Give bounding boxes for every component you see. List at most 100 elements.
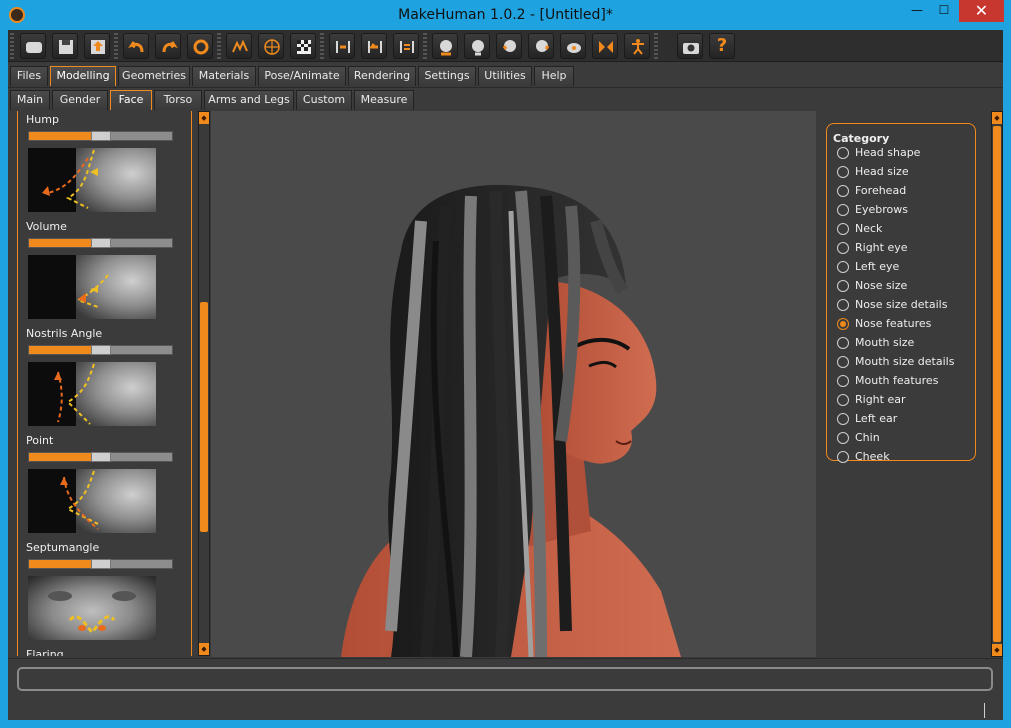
radio-button[interactable] [837, 223, 849, 235]
tab-modelling[interactable]: Modelling [50, 66, 116, 86]
minimize-button[interactable]: — [904, 0, 930, 22]
pose-button[interactable] [624, 33, 650, 59]
face-top-icon [567, 43, 581, 53]
save-button[interactable] [52, 33, 78, 59]
tab-arms-and-legs[interactable]: Arms and Legs [204, 90, 294, 110]
tab-main[interactable]: Main [10, 90, 50, 110]
nostrils-angle-slider[interactable] [28, 345, 173, 355]
radio-button[interactable] [837, 166, 849, 178]
symmetry-button[interactable] [592, 33, 618, 59]
slider-handle[interactable] [91, 452, 111, 462]
tab-geometries[interactable]: Geometries [118, 66, 190, 86]
category-title: Category [833, 132, 890, 145]
3d-viewport[interactable] [211, 111, 816, 657]
radio-button[interactable] [837, 299, 849, 311]
radio-button[interactable] [837, 242, 849, 254]
radio-button[interactable] [837, 261, 849, 273]
reset-icon [193, 39, 209, 55]
tab-materials[interactable]: Materials [192, 66, 256, 86]
human-model-render [341, 184, 681, 657]
tab-files[interactable]: Files [10, 66, 48, 86]
modifier-label-hump: Hump [26, 113, 59, 126]
tab-face[interactable]: Face [110, 90, 152, 110]
reset-button[interactable] [187, 33, 213, 59]
face-top-button[interactable] [560, 33, 586, 59]
slider-handle[interactable] [91, 345, 111, 355]
size-grip-icon[interactable] [984, 703, 985, 718]
radio-button[interactable] [837, 204, 849, 216]
new-button[interactable] [20, 33, 46, 59]
face-left-button[interactable] [496, 33, 522, 59]
save-icon [59, 40, 73, 54]
face-back-button[interactable] [464, 33, 490, 59]
camera-icon [683, 43, 699, 54]
radio-button[interactable] [837, 147, 849, 159]
scroll-up-arrow-icon[interactable]: ◆ [199, 112, 209, 124]
window-title: MakeHuman 1.0.2 - [Untitled]* [398, 7, 613, 23]
radio-button[interactable] [837, 337, 849, 349]
face-front-button[interactable] [432, 33, 458, 59]
modifier-label-flaring: Flaring [26, 648, 64, 656]
top-view-button[interactable] [393, 33, 419, 59]
category-group: Category Head shape Head size Forehead E… [826, 123, 976, 463]
tab-torso[interactable]: Torso [154, 90, 202, 110]
tab-help[interactable]: Help [534, 66, 574, 86]
volume-preview-image [28, 255, 156, 319]
radio-button[interactable] [837, 413, 849, 425]
scroll-down-arrow-icon[interactable]: ◆ [992, 644, 1002, 656]
tab-utilities[interactable]: Utilities [478, 66, 532, 86]
tab-settings[interactable]: Settings [418, 66, 476, 86]
septumangle-slider[interactable] [28, 559, 173, 569]
tab-measure[interactable]: Measure [354, 90, 414, 110]
redo-button[interactable] [155, 33, 181, 59]
left-view-button[interactable] [361, 33, 387, 59]
nose-point-diagram-icon [60, 470, 99, 530]
redo-icon [162, 41, 178, 53]
maximize-button[interactable]: ☐ [931, 0, 957, 22]
slider-handle[interactable] [91, 238, 111, 248]
slider-handle[interactable] [91, 131, 111, 141]
modifier-panel: Hump Volume Nostrils Angle Point Septuma… [17, 111, 192, 656]
face-front-icon [440, 40, 452, 56]
scroll-down-arrow-icon[interactable]: ◆ [199, 643, 209, 655]
toolbar-separator [654, 33, 658, 59]
modifier-label-volume: Volume [26, 220, 67, 233]
scrollbar-thumb[interactable] [200, 302, 208, 532]
volume-slider[interactable] [28, 238, 173, 248]
scrollbar-thumb[interactable] [993, 126, 1001, 642]
export-button[interactable] [84, 33, 110, 59]
face-right-button[interactable] [528, 33, 554, 59]
title-bar[interactable]: MakeHuman 1.0.2 - [Untitled]* — ☐ ✕ [0, 0, 1011, 30]
tab-custom[interactable]: Custom [296, 90, 352, 110]
wireframe-button[interactable] [258, 33, 284, 59]
point-slider[interactable] [28, 452, 173, 462]
background-button[interactable] [290, 33, 316, 59]
radio-button[interactable] [837, 185, 849, 197]
left-panel-scrollbar[interactable]: ◆ ◆ [198, 111, 210, 656]
screenshot-button[interactable] [677, 33, 703, 59]
right-panel-scrollbar[interactable]: ◆ ◆ [991, 111, 1003, 657]
radio-button[interactable] [837, 356, 849, 368]
scroll-up-arrow-icon[interactable]: ◆ [992, 112, 1002, 124]
face-back-icon [472, 40, 484, 56]
hump-slider[interactable] [28, 131, 173, 141]
nostrils-angle-preview-image [28, 362, 156, 426]
radio-button[interactable] [837, 375, 849, 387]
radio-button[interactable] [837, 451, 849, 463]
tab-rendering[interactable]: Rendering [348, 66, 416, 86]
smooth-button[interactable] [226, 33, 252, 59]
point-preview-image [28, 469, 156, 533]
slider-handle[interactable] [91, 559, 111, 569]
undo-button[interactable] [123, 33, 149, 59]
radio-button[interactable] [837, 432, 849, 444]
tab-gender[interactable]: Gender [52, 90, 108, 110]
tab-pose-animate[interactable]: Pose/Animate [258, 66, 346, 86]
close-button[interactable]: ✕ [959, 0, 1004, 22]
toolbar-grip[interactable] [10, 33, 14, 59]
radio-button[interactable] [837, 280, 849, 292]
radio-button[interactable] [837, 394, 849, 406]
front-view-button[interactable] [329, 33, 355, 59]
checker-icon [297, 40, 311, 54]
radio-button-selected[interactable] [837, 318, 849, 330]
help-button[interactable]: ? [709, 33, 735, 59]
